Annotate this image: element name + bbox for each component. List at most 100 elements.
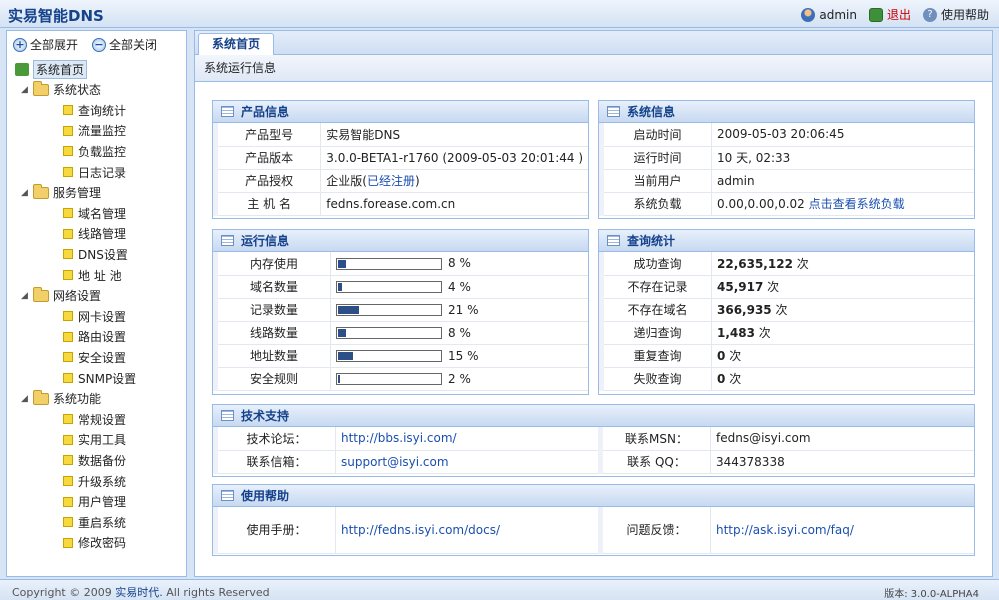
table-row: 运行时间 10 天, 02:33 [599, 146, 974, 170]
row-label: 问题反馈： [598, 507, 711, 554]
folder-icon [33, 389, 49, 405]
table-row: 递归查询 1,483 次 [599, 321, 974, 345]
row-label: 联系MSN： [598, 427, 711, 451]
leaf-icon [63, 331, 73, 342]
product-info-table: 产品型号 实易智能DNS 产品版本 3.0.0-BETA1-r1760 (2009-… [212, 123, 588, 216]
registered-link[interactable]: 已经注册 [367, 174, 415, 188]
leaf-icon [63, 146, 73, 157]
tree-item[interactable]: 重启系统 [63, 512, 126, 532]
support-email-link[interactable]: support@isyi.com [341, 455, 449, 469]
user-name: admin [819, 7, 857, 22]
help-link[interactable]: ? 使用帮助 [922, 6, 989, 23]
tree-item[interactable]: 修改密码 [63, 533, 126, 553]
tree-item-label: 日志记录 [78, 165, 127, 180]
count-value: 45,917 [717, 280, 764, 294]
progress-fill [338, 306, 360, 314]
forum-link[interactable]: http://bbs.isyi.com/ [341, 431, 457, 445]
tree-item[interactable]: 流量监控 [63, 121, 126, 141]
expand-arrow-icon[interactable]: ◢ [21, 394, 33, 404]
sidebar-splitter[interactable] [188, 30, 193, 577]
tree-item-label: 修改密码 [78, 536, 127, 551]
tree-item[interactable]: 升级系统 [63, 471, 126, 491]
run-info-table: 内存使用 8 % 域名数量 4 % 记录数量 21 % 线路数量 8 % 地址数量 15 % 安全规… [213, 252, 588, 391]
run-info-panel: 运行信息 内存使用 8 % 域名数量 4 % 记录数量 21 % 线路数量 8 % 地址数量 15… [212, 229, 589, 395]
tree-item[interactable]: DNS设置 [63, 244, 128, 264]
run-info-header: 运行信息 [213, 230, 588, 252]
query-stats-header: 查询统计 [599, 230, 974, 252]
row-value: 366,935 次 [711, 298, 974, 322]
tree-item[interactable]: 路由设置 [63, 327, 126, 347]
expand-arrow-icon[interactable]: ◢ [21, 291, 33, 301]
progress-fill [338, 352, 354, 360]
tree-item[interactable]: 常规设置 [63, 409, 126, 429]
system-info-panel: 系统信息 启动时间 2009-05-03 20:06:45 运行时间 10 天, 0… [598, 100, 975, 219]
expand-all-button[interactable]: + 全部展开 [13, 36, 78, 53]
tree-item[interactable]: 数据备份 [63, 450, 126, 470]
row-label: 域名数量 [213, 275, 331, 299]
tree-item-label: 查询统计 [78, 103, 127, 118]
tree-item-label: DNS设置 [78, 247, 128, 262]
row-label: 不存在域名 [599, 298, 712, 322]
row-value: 企业版(已经注册) [320, 169, 588, 193]
progress-text: 8 % [448, 325, 471, 340]
expand-arrow-icon[interactable]: ◢ [21, 188, 33, 198]
tree-item[interactable]: 日志记录 [63, 162, 126, 182]
main-panel: 系统首页 系统运行信息 产品信息 产品型号 实易智能DNS 产品版本 3.0.0-B… [194, 30, 993, 577]
tree-item[interactable]: 网卡设置 [63, 306, 126, 326]
table-row: 重复查询 0 次 [599, 344, 974, 368]
row-value: 1,483 次 [711, 321, 974, 345]
help-label: 使用帮助 [940, 8, 989, 22]
tree-item-label: 流量监控 [78, 124, 127, 139]
table-row: 产品型号 实易智能DNS [212, 123, 588, 147]
table-row: 系统负载 0.00,0.00,0.02 点击查看系统负载 [599, 192, 974, 216]
logout-link[interactable]: 退出 [868, 6, 911, 23]
leaf-icon [63, 476, 73, 486]
row-label: 失败查询 [599, 367, 712, 391]
faq-link[interactable]: http://ask.isyi.com/faq/ [716, 523, 854, 537]
tree-item[interactable]: 线路管理 [63, 224, 126, 244]
count-unit: 次 [775, 303, 788, 317]
collapse-all-button[interactable]: − 全部关闭 [92, 36, 157, 53]
tree-group-label: 系统功能 [53, 392, 102, 407]
row-label: 系统负载 [599, 192, 712, 216]
table-row: 成功查询 22,635,122 次 [599, 252, 974, 276]
tree-item[interactable]: SNMP设置 [63, 368, 136, 388]
tree-group[interactable]: ◢ 系统功能 [21, 389, 101, 409]
tree-root-home[interactable]: 系统首页 [15, 59, 88, 79]
tree-item[interactable]: 域名管理 [63, 203, 126, 223]
tree-item[interactable]: 安全设置 [63, 347, 126, 367]
tab-home[interactable]: 系统首页 [198, 33, 275, 55]
help-panel-title: 使用帮助 [241, 489, 290, 503]
progress-bar [336, 304, 442, 316]
tree-item[interactable]: 负载监控 [63, 141, 126, 161]
sidebar-toolbar: + 全部展开 − 全部关闭 [7, 31, 186, 58]
tree-item-label: 重启系统 [78, 515, 127, 530]
manual-link[interactable]: http://fedns.isyi.com/docs/ [341, 523, 500, 537]
product-info-panel: 产品信息 产品型号 实易智能DNS 产品版本 3.0.0-BETA1-r1760 (… [212, 100, 589, 219]
tree-item[interactable]: 实用工具 [63, 430, 126, 450]
tree-group[interactable]: ◢ 服务管理 [21, 183, 101, 203]
row-value: 0 次 [711, 344, 974, 368]
tree-group[interactable]: ◢ 网络设置 [21, 286, 101, 306]
count-unit: 次 [758, 326, 771, 340]
view-load-link[interactable]: 点击查看系统负载 [809, 197, 905, 211]
tree-item[interactable]: 查询统计 [63, 100, 126, 120]
grid-icon [221, 410, 234, 421]
expand-arrow-icon[interactable]: ◢ [21, 85, 33, 95]
row-value-cell: http://bbs.isyi.com/ [335, 427, 601, 451]
user-link[interactable]: admin [801, 7, 857, 22]
table-row: 当前用户 admin [599, 169, 974, 193]
help-panel-header: 使用帮助 [213, 485, 974, 507]
tree-item-label: 地 址 池 [78, 268, 122, 283]
row-value: 10 天, 02:33 [711, 146, 974, 170]
row-label: 重复查询 [599, 344, 712, 368]
progress-bar [336, 350, 442, 362]
progress-fill [338, 375, 341, 383]
row-value: 2009-05-03 20:06:45 [711, 123, 974, 147]
tree-group[interactable]: ◢ 系统状态 [21, 80, 101, 100]
tree-item[interactable]: 地 址 池 [63, 265, 122, 285]
tree-item[interactable]: 用户管理 [63, 492, 126, 512]
row-label: 联系信箱： [213, 450, 336, 474]
count-unit: 次 [729, 372, 742, 386]
tree-item-label: 数据备份 [78, 453, 127, 468]
